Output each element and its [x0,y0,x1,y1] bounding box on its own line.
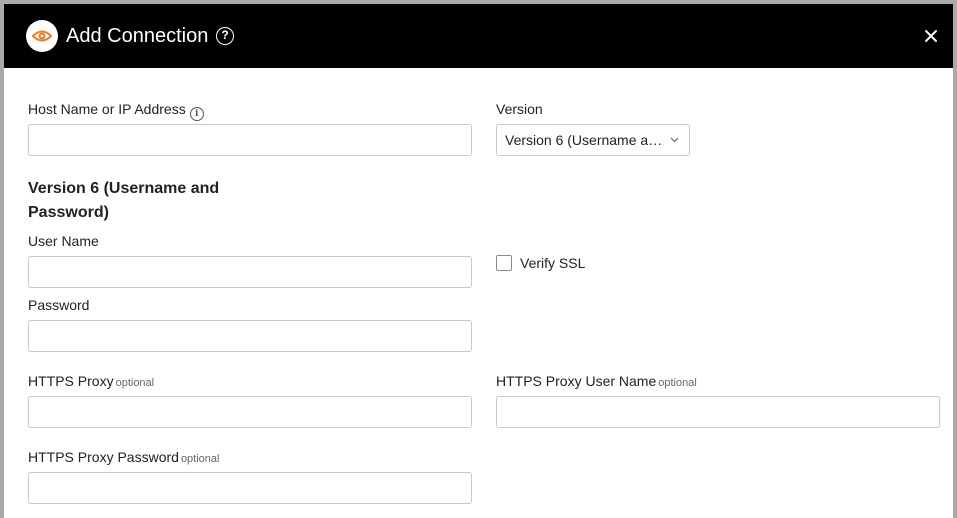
https-proxy-password-label: HTTPS Proxy Password optional [28,448,219,468]
username-input[interactable] [28,256,472,288]
username-label: User Name [28,233,99,249]
verify-ssl-checkbox[interactable] [496,255,512,271]
https-proxy-password-input[interactable] [28,472,472,504]
logo [26,20,58,52]
https-proxy-user-label: HTTPS Proxy User Name optional [496,372,697,392]
dialog-title: Add Connection [66,25,209,47]
optional-tag: optional [115,377,155,389]
close-button[interactable] [921,26,941,46]
eye-icon [32,30,52,42]
verify-ssl-label: Verify SSL [520,255,586,271]
host-label: Host Name or IP Address i [28,100,204,121]
info-icon[interactable]: i [189,107,204,121]
add-connection-dialog: Add Connection ? Host Name or IP Address… [4,4,953,518]
https-proxy-input[interactable] [28,396,472,428]
help-icon[interactable]: ? [216,27,234,45]
host-label-text: Host Name or IP Address [28,101,186,117]
https-proxy-user-input[interactable] [496,396,940,428]
close-icon [925,30,937,42]
https-proxy-user-label-text: HTTPS Proxy User Name [496,373,657,389]
password-input[interactable] [28,320,472,352]
dialog-header: Add Connection ? [4,4,953,68]
password-label: Password [28,297,90,313]
chevron-down-icon [670,137,679,143]
version-selected-value: Version 6 (Username and Password) [505,132,665,148]
https-proxy-label: HTTPS Proxy optional [28,372,154,392]
version-label: Version [496,101,543,117]
https-proxy-password-label-text: HTTPS Proxy Password [28,449,179,465]
https-proxy-label-text: HTTPS Proxy [28,373,114,389]
host-input[interactable] [28,124,472,156]
version-select[interactable]: Version 6 (Username and Password) [496,124,690,156]
section-heading: Version 6 (Username and Password) [28,180,220,221]
optional-tag: optional [180,453,220,465]
optional-tag: optional [658,377,697,389]
